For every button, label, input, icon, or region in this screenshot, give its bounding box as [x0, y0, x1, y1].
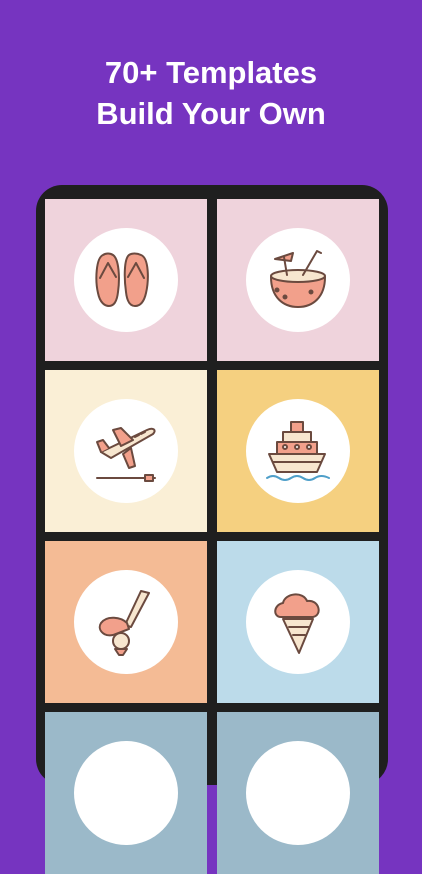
phone-frame: [36, 185, 388, 874]
airplane-takeoff-icon: [96, 427, 156, 482]
icon-circle: [74, 741, 178, 845]
template-tile-partial-1[interactable]: [45, 712, 207, 874]
template-tile-cruise-ship[interactable]: [217, 370, 379, 532]
headline: 70+ Templates Build Your Own: [0, 52, 422, 134]
template-tile-airplane[interactable]: [45, 370, 207, 532]
template-tile-ice-cream[interactable]: [217, 541, 379, 703]
icon-circle: [246, 570, 350, 674]
icon-circle: [74, 570, 178, 674]
icon-circle: [74, 399, 178, 503]
icon-circle: [74, 228, 178, 332]
headline-line-2: Build Your Own: [96, 96, 326, 131]
golf-club-icon: [98, 590, 150, 656]
icon-circle: [246, 399, 350, 503]
icon-circle: [246, 741, 350, 845]
cruise-ship-icon: [266, 421, 330, 481]
template-tile-partial-2[interactable]: [217, 712, 379, 874]
template-tile-coconut-drink[interactable]: [217, 199, 379, 361]
ice-cream-cone-icon: [274, 593, 320, 654]
coconut-drink-icon: [270, 250, 326, 308]
template-tile-flip-flops[interactable]: [45, 199, 207, 361]
template-tile-golf[interactable]: [45, 541, 207, 703]
headline-line-1: 70+ Templates: [104, 55, 318, 90]
flip-flops-icon: [95, 252, 149, 307]
icon-circle: [246, 228, 350, 332]
